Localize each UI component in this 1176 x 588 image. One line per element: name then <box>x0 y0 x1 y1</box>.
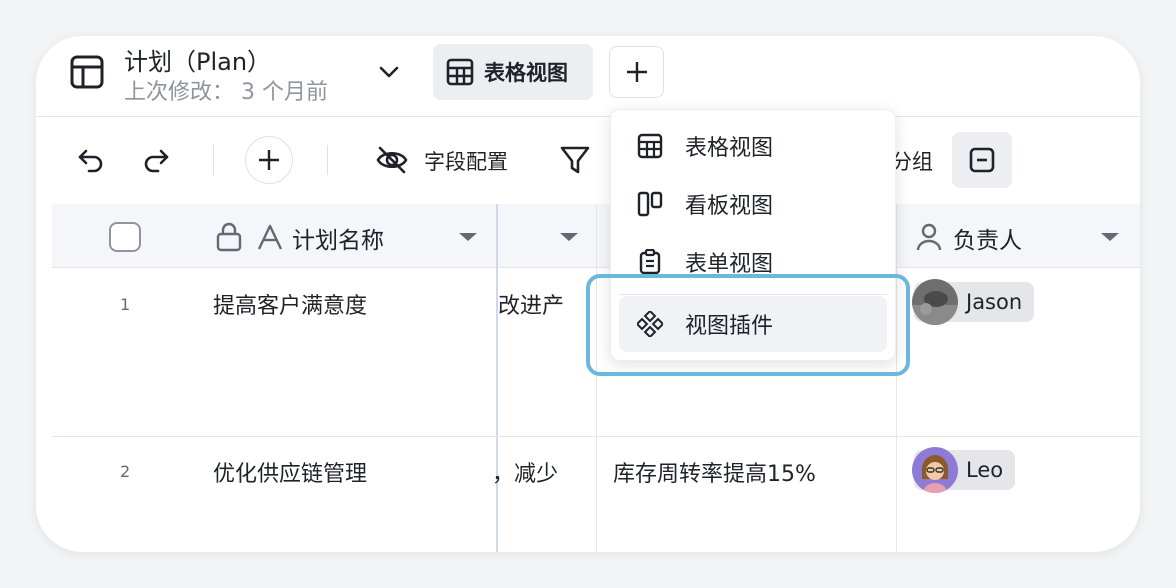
tab-table-view[interactable]: 表格视图 <box>433 44 593 100</box>
avatar <box>912 447 958 493</box>
grid-icon <box>446 58 474 86</box>
menu-item-kanban-view[interactable]: 看板视图 <box>619 176 887 232</box>
cell-text[interactable]: 改进产 <box>498 288 564 320</box>
form-icon <box>637 249 663 275</box>
owner-chip[interactable]: Jason <box>912 279 1035 325</box>
page-title: 计划（Plan） <box>124 48 272 76</box>
eye-off-icon[interactable] <box>375 144 409 176</box>
add-record-button[interactable] <box>245 136 293 184</box>
row-number: 2 <box>120 462 131 481</box>
row-number: 1 <box>120 295 131 314</box>
menu-item-label: 看板视图 <box>685 194 774 219</box>
owner-name: Jason <box>966 290 1023 314</box>
cell-plan-name[interactable]: 提高客户满意度 <box>213 288 367 320</box>
plus-icon <box>257 148 281 172</box>
text-field-icon <box>256 223 284 251</box>
minus-square-icon <box>969 147 995 173</box>
collapse-button[interactable] <box>952 132 1012 188</box>
table-icon <box>70 55 104 89</box>
owner-name: Leo <box>966 458 1004 482</box>
undo-icon[interactable] <box>77 147 105 173</box>
person-icon <box>916 222 942 252</box>
add-view-button[interactable] <box>609 46 664 98</box>
filter-icon[interactable] <box>559 144 591 176</box>
avatar <box>912 279 958 325</box>
column-menu-caret-icon[interactable] <box>560 233 578 241</box>
plus-icon <box>625 60 649 84</box>
topbar-divider <box>36 116 1140 117</box>
menu-item-table-view[interactable]: 表格视图 <box>619 118 887 174</box>
column-divider <box>896 204 897 552</box>
lock-icon <box>216 222 242 252</box>
owner-chip[interactable]: Leo <box>912 447 1016 493</box>
cell-text[interactable]: ，减少 <box>492 456 558 488</box>
column-divider <box>596 204 597 552</box>
column-menu-caret-icon[interactable] <box>459 233 477 241</box>
toolbar-divider <box>213 145 214 175</box>
last-modified-text: 上次修改： 3 个月前 <box>124 80 328 105</box>
highlight-outline <box>586 274 910 376</box>
column-header-owner[interactable]: 负责人 <box>953 221 1022 255</box>
frozen-column-divider <box>496 204 498 552</box>
menu-item-label: 表格视图 <box>685 136 774 161</box>
column-header-plan-name[interactable]: 计划名称 <box>292 221 384 255</box>
row-divider <box>52 436 1140 437</box>
select-all-checkbox[interactable] <box>109 222 141 252</box>
column-menu-caret-icon[interactable] <box>1101 233 1119 241</box>
cell-plan-name[interactable]: 优化供应链管理 <box>213 456 367 488</box>
kanban-icon <box>637 191 663 217</box>
toolbar-divider <box>327 145 328 175</box>
cell-metric[interactable]: 库存周转率提高15% <box>613 456 816 488</box>
title-dropdown-icon[interactable] <box>378 62 400 82</box>
group-button-label[interactable]: 分组 <box>891 146 933 176</box>
field-config-button[interactable]: 字段配置 <box>424 146 508 176</box>
grid-icon <box>637 133 663 159</box>
app-window: 计划（Plan） 上次修改： 3 个月前 表格视图 字段配置 分组 计划名称 负… <box>36 36 1140 552</box>
redo-icon[interactable] <box>142 147 170 173</box>
tab-table-view-label: 表格视图 <box>484 61 568 85</box>
